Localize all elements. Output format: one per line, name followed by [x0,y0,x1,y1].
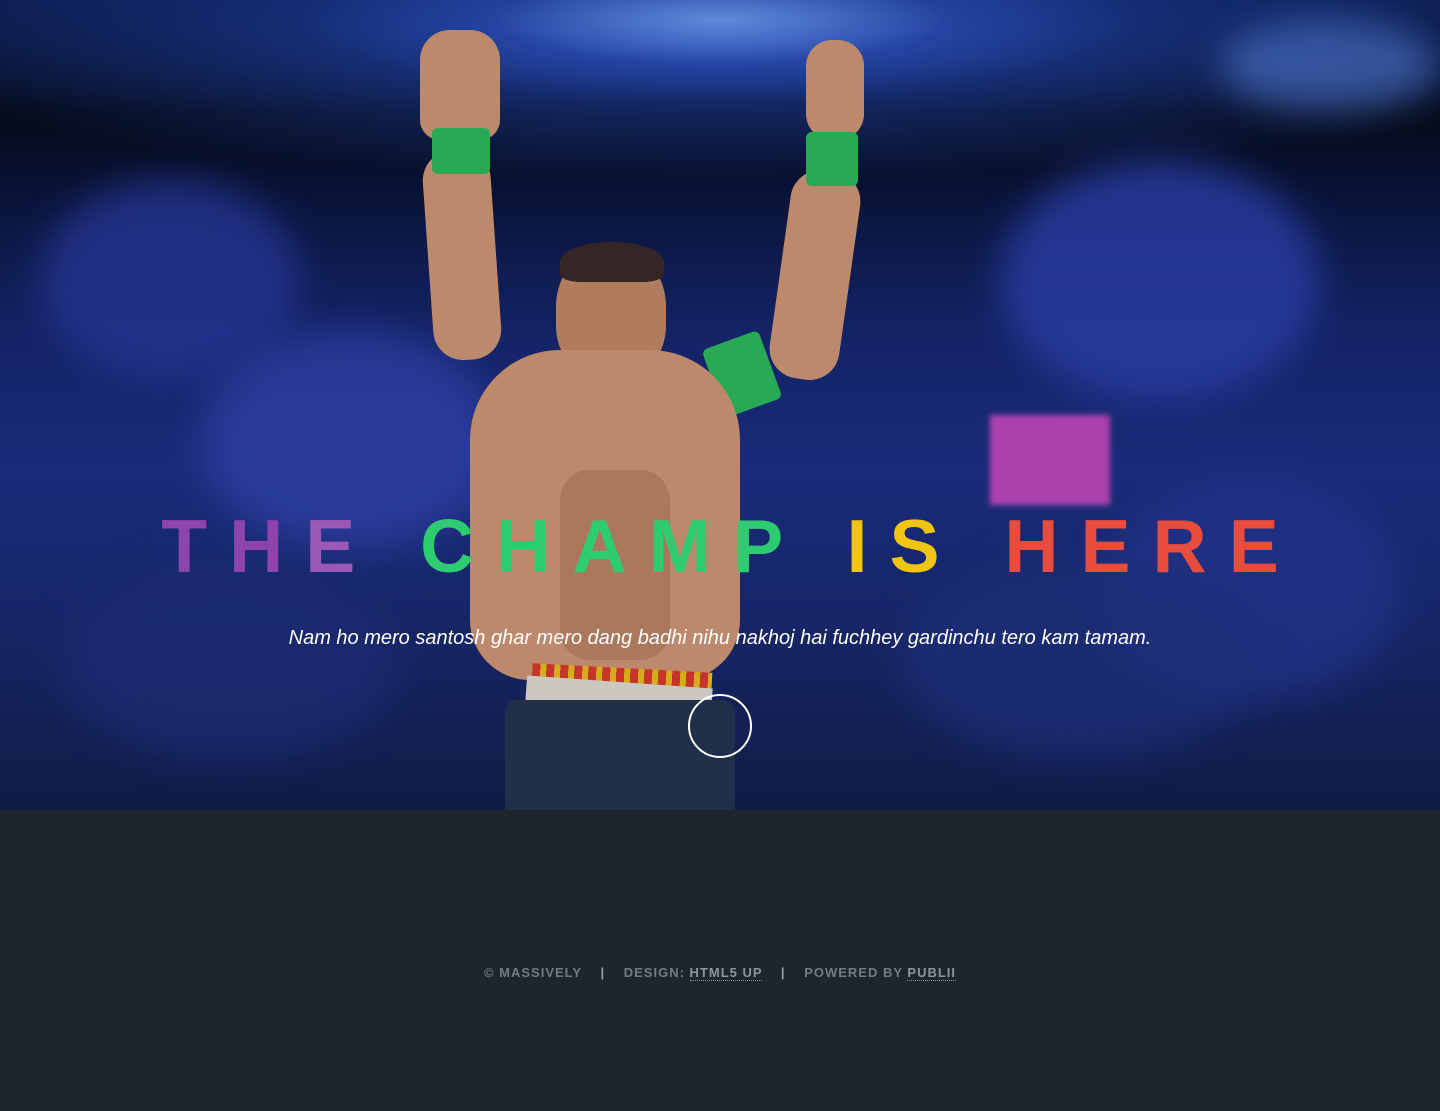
footer-separator: | [780,965,786,980]
powered-prefix: POWERED BY [804,965,903,980]
title-word-the: THE [161,504,377,588]
publii-link[interactable]: PUBLII [907,965,957,981]
design-prefix: DESIGN: [623,965,685,980]
html5up-link[interactable]: HTML5 UP [689,965,763,981]
title-letter: T [161,504,230,588]
title-word-is: IS [846,504,962,588]
title-word-champ: CHAMP [420,504,804,588]
copyright-bar: © MASSIVELY | DESIGN: HTML5 UP | POWERED… [0,965,1440,981]
title-word-here: HERE [1004,504,1301,588]
scroll-down-button[interactable] [688,694,752,758]
hero-tagline: Nam ho mero santosh ghar mero dang badhi… [288,627,1152,649]
title-letter: E [305,504,378,588]
page-footer [0,810,1440,1111]
title-letter: H [229,504,306,588]
scroll-glyph [690,696,750,756]
footer-separator: | [600,965,606,980]
hero-content: THE CHAMP IS HERE Nam ho mero santosh gh… [0,0,1440,810]
hero-title: THE CHAMP IS HERE [0,506,1440,586]
copyright-text: © MASSIVELY [483,965,582,980]
hero-banner: THE CHAMP IS HERE Nam ho mero santosh gh… [0,0,1440,810]
